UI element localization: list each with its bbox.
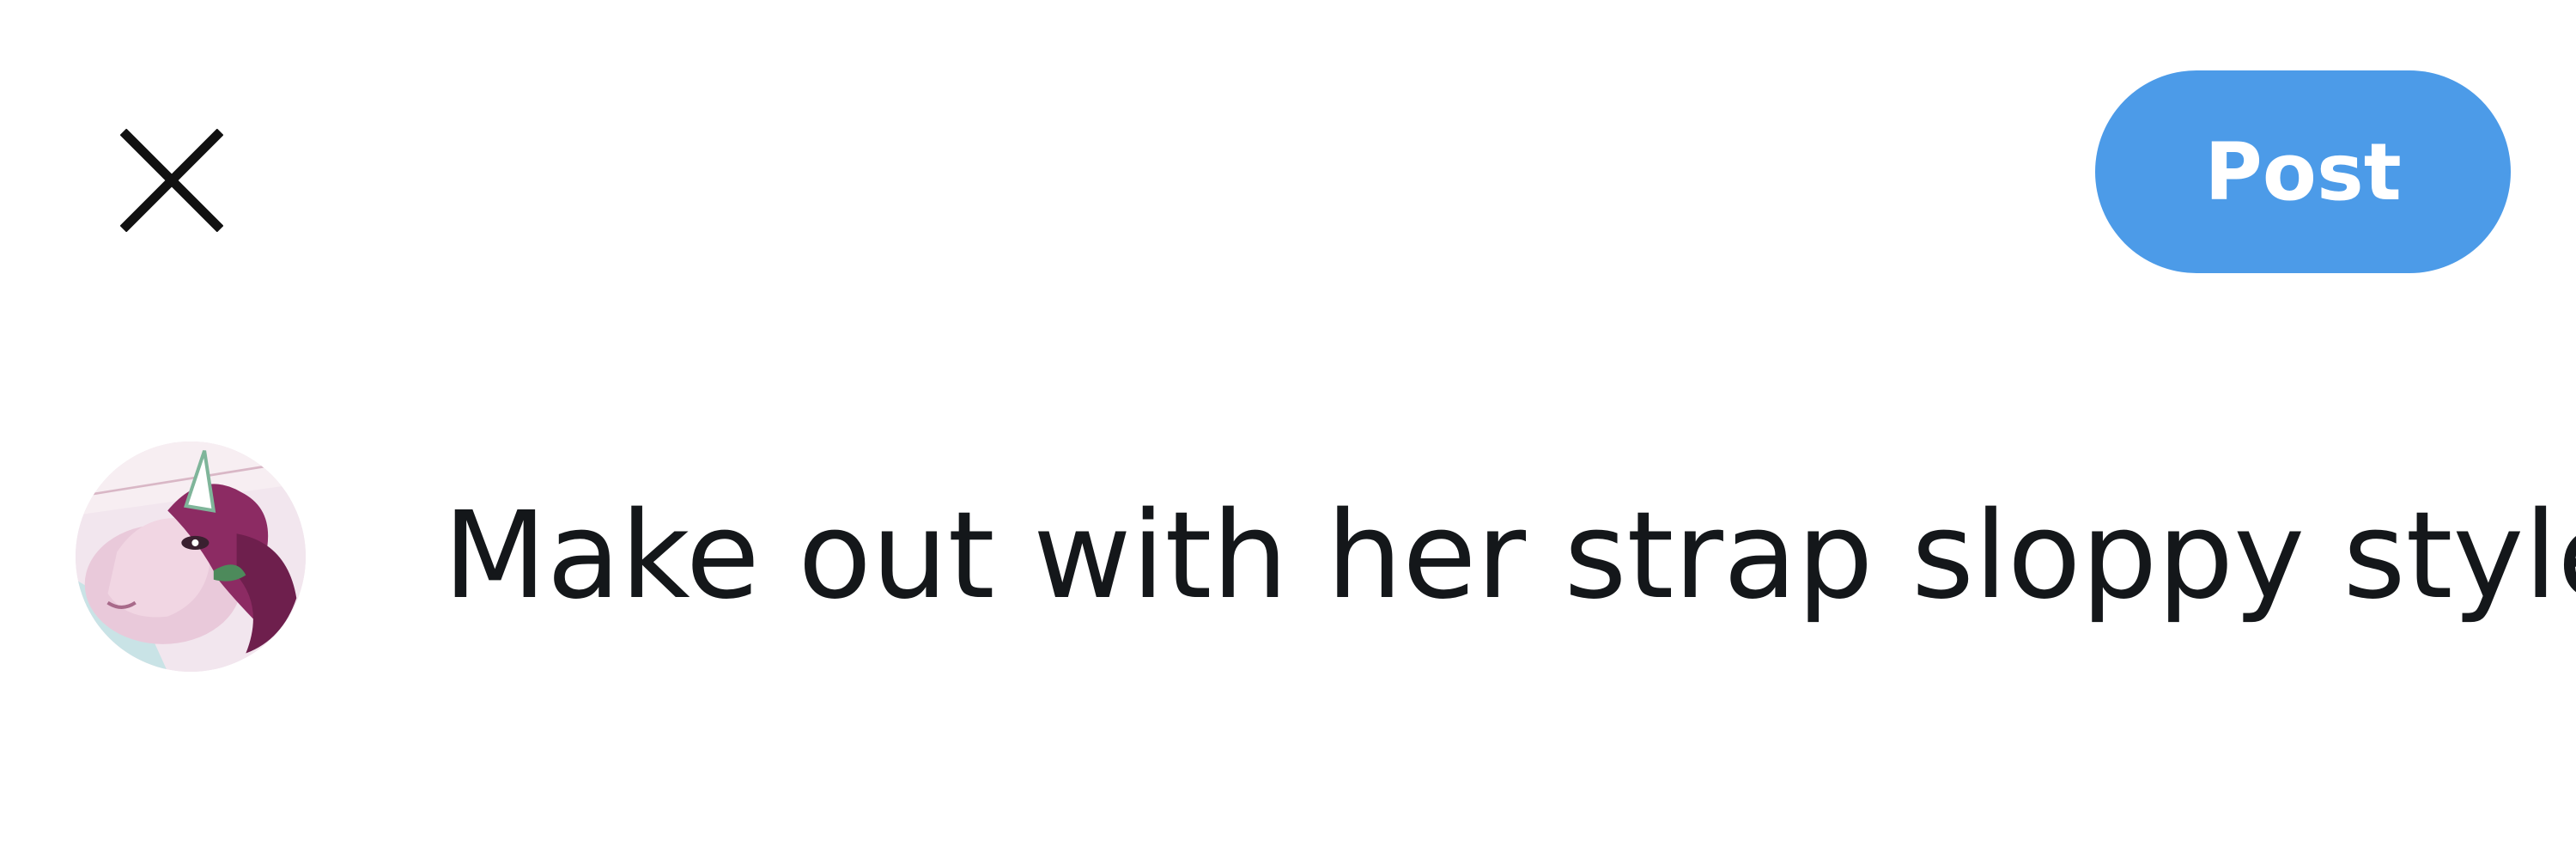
unicorn-avatar-icon (76, 442, 306, 672)
avatar[interactable] (76, 442, 306, 672)
compose-post-screen: Post Make out with her strap sloppy styl… (0, 0, 2576, 859)
post-button[interactable]: Post (2095, 70, 2511, 273)
compose-text-area[interactable]: Make out with her strap sloppy style (443, 476, 2576, 637)
close-button[interactable] (94, 103, 249, 258)
close-icon (120, 129, 223, 232)
composer-row: Make out with her strap sloppy style (76, 436, 2576, 677)
compose-text: Make out with her strap sloppy style (443, 486, 2576, 626)
